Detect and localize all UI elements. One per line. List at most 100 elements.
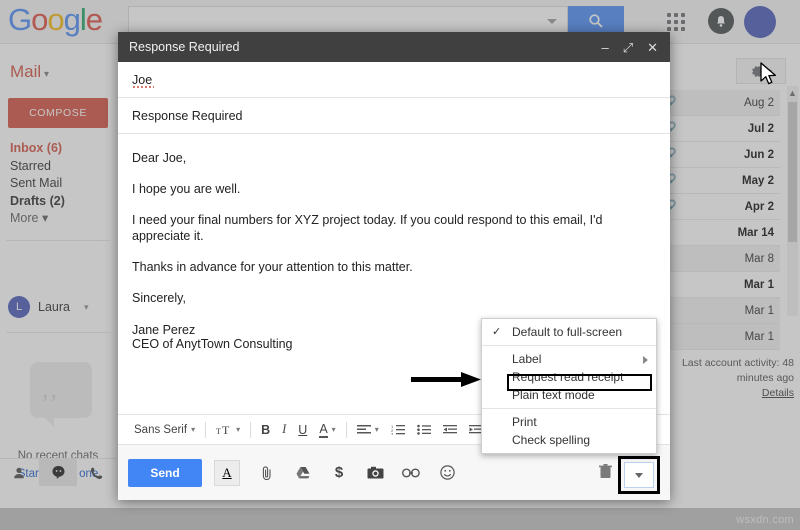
underline-button[interactable]: U (292, 419, 313, 441)
divider (482, 408, 656, 409)
text-color-label: A (319, 421, 328, 438)
close-icon[interactable]: ✕ (647, 41, 658, 54)
trash-icon[interactable] (599, 464, 612, 483)
compose-button[interactable]: COMPOSE (8, 98, 108, 128)
more-options-menu: ✓ Default to full-screen Label Request r… (481, 318, 657, 454)
annotation-arrow-icon (411, 372, 481, 387)
row-date: Jul 2 (747, 122, 774, 135)
font-family-select[interactable]: Sans Serif ▾ (128, 419, 201, 441)
compose-attach-icons: $ (258, 464, 456, 482)
body-greeting: Dear Joe, (132, 151, 187, 165)
sidebar-item-drafts[interactable]: Drafts (2) (10, 193, 116, 211)
camera-icon[interactable] (366, 464, 384, 482)
divider (205, 421, 207, 438)
menu-item-print[interactable]: Print (482, 413, 656, 431)
menu-item-label[interactable]: Label (482, 350, 656, 368)
dollar-icon[interactable]: $ (330, 464, 348, 482)
formatting-options-button[interactable]: A (214, 459, 240, 486)
row-date: Mar 1 (743, 278, 774, 291)
phone-icon[interactable] (77, 459, 116, 486)
contacts-icon[interactable] (0, 459, 39, 486)
indent-less-icon (442, 425, 457, 434)
chevron-down-icon: ▾ (41, 211, 49, 225)
quote-icon: ,, (42, 374, 59, 403)
avatar[interactable] (744, 6, 776, 38)
avatar: L (8, 296, 30, 318)
notifications-icon[interactable] (708, 8, 734, 34)
body-closing: Sincerely, (132, 291, 186, 305)
row-date: Mar 14 (737, 226, 774, 239)
indent-less-button[interactable] (437, 419, 463, 441)
menu-item-label-text: Check spelling (512, 433, 591, 447)
details-link[interactable]: Details (762, 387, 794, 399)
sidebar-item-starred[interactable]: Starred (10, 158, 116, 176)
spellcheck-underline (132, 85, 154, 88)
scroll-up-icon[interactable]: ▲ (787, 86, 798, 100)
sidebar-item-sent-mail[interactable]: Sent Mail (10, 175, 116, 193)
recipient-field[interactable]: Joe (118, 62, 670, 98)
divider (250, 421, 252, 438)
row-date: Apr 2 (744, 200, 774, 213)
link-icon[interactable] (402, 464, 420, 482)
google-apps-icon[interactable] (664, 10, 688, 34)
sidebar-item-more[interactable]: More ▾ (10, 210, 116, 228)
numbered-list-button[interactable]: 123 (385, 419, 411, 441)
minimize-icon[interactable]: – (601, 41, 608, 54)
chat-user[interactable]: L Laura ▾ (8, 296, 89, 318)
row-date: Mar 1 (744, 304, 774, 317)
menu-item-check-spelling[interactable]: Check spelling (482, 431, 656, 449)
text-color-button[interactable]: A ▾ (313, 419, 341, 441)
emoji-icon[interactable] (438, 464, 456, 482)
chevron-down-icon: ▾ (374, 425, 379, 434)
font-size-button[interactable]: T T ▾ (210, 419, 246, 441)
chat-user-name: Laura (38, 300, 70, 314)
row-date: Aug 2 (743, 96, 774, 109)
paperclip-icon[interactable] (258, 464, 276, 482)
scrollbar-thumb[interactable] (788, 102, 797, 242)
chevron-down-icon[interactable] (547, 19, 557, 24)
more-options-highlight-box (618, 456, 660, 494)
send-button[interactable]: Send (128, 458, 202, 487)
font-size-icon: T T (216, 423, 230, 436)
menu-item-label: Default to full-screen (512, 325, 623, 339)
request-read-receipt-highlight-box (507, 374, 652, 391)
list-bulleted-icon (416, 424, 431, 435)
divider (6, 332, 110, 333)
chevron-down-icon: ▾ (331, 425, 336, 434)
subject-field[interactable]: Response Required (118, 98, 670, 134)
menu-item-label-text: Label (512, 352, 542, 366)
screenshot-root: Google Mail ▾ COMPOSE Inbox (6) Starred … (0, 0, 800, 530)
search-icon (589, 14, 603, 28)
chevron-down-icon[interactable]: ▾ (84, 302, 89, 313)
sidebar-nav: Inbox (6) Starred Sent Mail Drafts (2) M… (10, 140, 116, 228)
mouse-cursor (760, 62, 776, 85)
mail-dropdown[interactable]: Mail ▾ (10, 62, 49, 82)
divider (6, 240, 110, 241)
check-icon: ✓ (492, 326, 502, 338)
italic-button[interactable]: I (276, 419, 292, 441)
last-activity-text: Last account activity: 48 minutes ago (681, 357, 794, 384)
scrollbar[interactable]: ▲ (787, 86, 798, 316)
chat-footer-toolbar (0, 458, 116, 486)
compose-window-controls: – ⤢ ✕ (601, 41, 662, 54)
bulleted-list-button[interactable] (411, 419, 437, 441)
body-line-2: I need your final numbers for XYZ projec… (132, 213, 603, 243)
align-button[interactable]: ▾ (351, 419, 385, 441)
chevron-down-icon: ▾ (236, 425, 241, 434)
sidebar-item-inbox[interactable]: Inbox (6) (10, 140, 116, 158)
google-drive-icon[interactable] (294, 464, 312, 482)
menu-item-default-to-full-screen[interactable]: ✓ Default to full-screen (482, 323, 656, 341)
row-date: Mar 1 (744, 330, 774, 343)
body-line-1: I hope you are well. (132, 182, 241, 196)
list-numbered-icon: 123 (391, 424, 405, 435)
divider (345, 421, 347, 438)
row-date: May 2 (742, 174, 774, 187)
account-activity-footer: Last account activity: 48 minutes ago De… (654, 356, 794, 401)
fullscreen-icon[interactable]: ⤢ (623, 41, 633, 54)
bold-button[interactable]: B (255, 419, 276, 441)
font-family-value: Sans Serif (134, 423, 188, 436)
watermark: wsxdn.com (736, 514, 794, 526)
chevron-down-icon: ▾ (41, 69, 49, 80)
chat-bubble-illustration: ,, (30, 362, 92, 427)
hangouts-icon[interactable] (38, 459, 78, 486)
